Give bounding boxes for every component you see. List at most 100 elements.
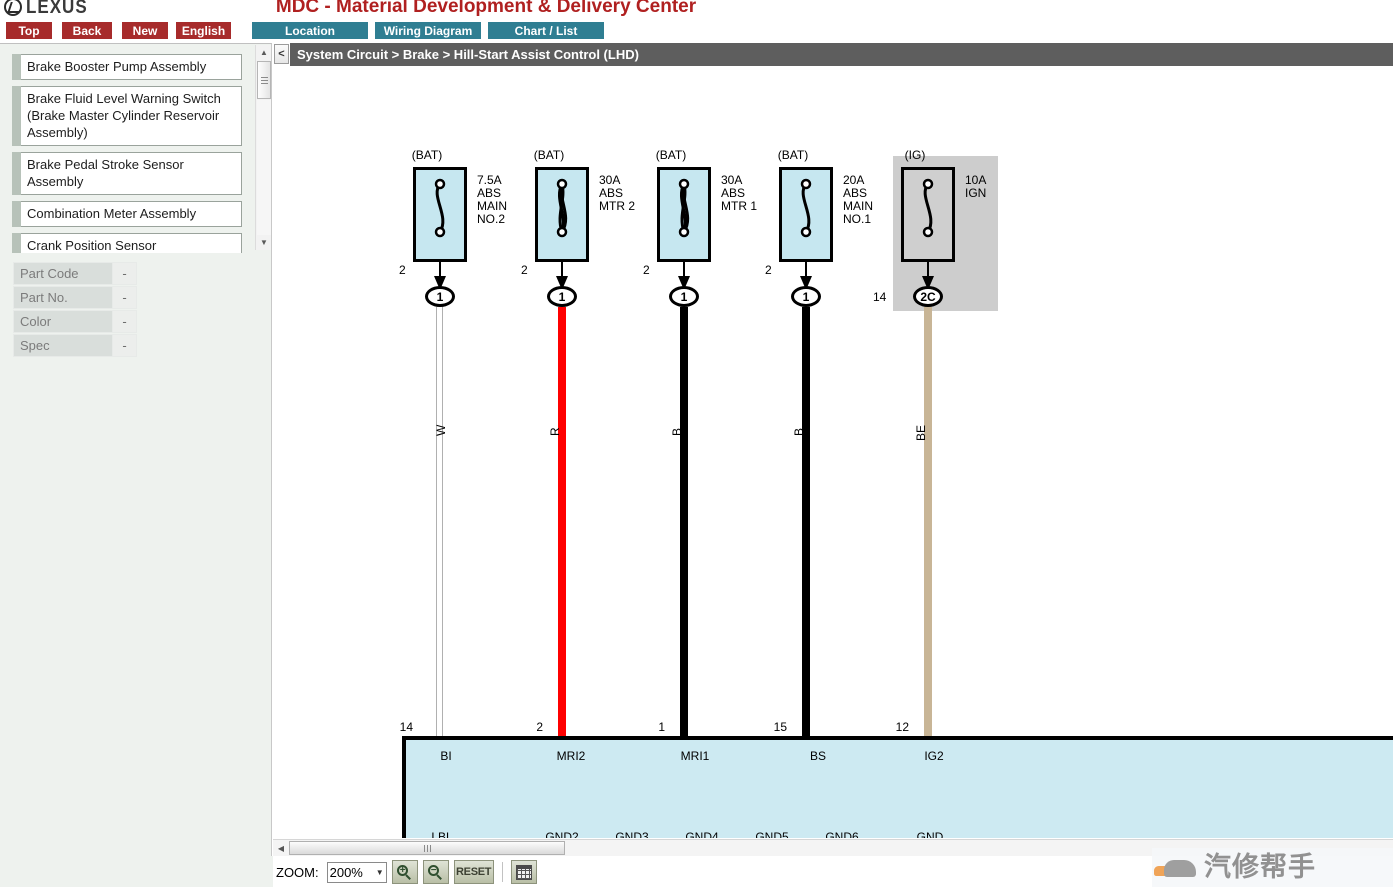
connector-terminal[interactable]: 1 — [425, 286, 455, 307]
fuse-element-icon — [922, 178, 934, 238]
collapse-sidebar-button[interactable]: < — [274, 44, 289, 64]
scrollbar-thumb[interactable] — [257, 61, 271, 99]
wire-beige — [924, 307, 932, 736]
parts-list-scrollbar[interactable]: ▲ ▼ — [255, 45, 271, 250]
zoom-level-value: 200% — [329, 864, 363, 880]
top-header: LEXUS MDC - Material Development & Deliv… — [0, 0, 1393, 20]
part-info-table: Part Code - Part No. - Color - Spec - — [13, 262, 153, 358]
ecu-pin-number: 14 — [399, 720, 413, 734]
table-row: Color - — [13, 310, 153, 333]
list-item-label: Brake Booster Pump Assembly — [21, 54, 242, 80]
spec-value: - — [113, 334, 137, 357]
scroll-down-arrow-icon[interactable]: ▼ — [256, 235, 272, 250]
fuse-rating-label: 20A ABS MAIN NO.1 — [843, 173, 873, 226]
ecu-ground-label: GND — [916, 830, 944, 838]
toolbar-divider — [501, 862, 503, 882]
ecu-terminal-label: BS — [809, 749, 826, 763]
fuse-symbol[interactable] — [413, 167, 467, 262]
ecu-ground-label: GND3 — [615, 830, 649, 838]
lexus-logo-icon: LEXUS — [4, 0, 124, 18]
fuse-source-label: (BAT) — [533, 148, 565, 162]
scroll-left-arrow-icon[interactable]: ◀ — [274, 841, 288, 855]
wire-color-label: BE — [914, 424, 928, 441]
fuse-rating-label: 30A ABS MTR 1 — [721, 173, 757, 213]
fuse-output-pin-number: 14 — [873, 290, 887, 304]
fuse-source-label: (BAT) — [655, 148, 687, 162]
back-button[interactable]: Back — [62, 22, 112, 39]
table-row: Part Code - — [13, 262, 153, 285]
parts-list[interactable]: Brake Booster Pump Assembly Brake Fluid … — [0, 44, 255, 253]
zoom-in-button[interactable]: + — [391, 860, 418, 884]
wire-color-label: W — [434, 424, 448, 436]
reset-zoom-button[interactable]: RESET — [453, 860, 494, 884]
magnifier-plus-icon: + — [397, 864, 412, 880]
fit-to-grid-icon — [515, 864, 532, 880]
wiring-diagram-canvas[interactable]: (BAT) 7.5A ABS MAIN NO.2 2 1 W (BAT) 30A… — [273, 66, 1393, 838]
ecu-terminal-label: IG2 — [924, 749, 944, 763]
wire-black — [680, 307, 688, 736]
part-code-label: Part Code — [13, 262, 113, 285]
color-label: Color — [13, 310, 113, 333]
lexus-mark-icon — [4, 0, 22, 16]
part-no-label: Part No. — [13, 286, 113, 309]
list-item-label: Combination Meter Assembly — [21, 201, 242, 227]
connector-terminal[interactable]: 1 — [791, 286, 821, 307]
fuse-symbol[interactable] — [535, 167, 589, 262]
item-accent-bar — [12, 201, 21, 227]
ecu-terminal-label: MRI2 — [556, 749, 586, 763]
list-item[interactable]: Combination Meter Assembly — [12, 201, 242, 227]
toolbar: Top Back New English Location Wiring Dia… — [0, 20, 1393, 42]
fuse-source-label: (IG) — [904, 148, 926, 162]
table-row: Spec - — [13, 334, 153, 357]
list-item-label: Brake Pedal Stroke Sensor Assembly — [21, 152, 242, 195]
zoom-out-button[interactable]: − — [422, 860, 449, 884]
watermark-text: 汽修帮手 — [1204, 852, 1316, 882]
list-item[interactable]: Crank Position Sensor — [12, 233, 242, 253]
ecu-pin-number: 1 — [658, 720, 665, 734]
fuse-rating-label: 7.5A ABS MAIN NO.2 — [477, 173, 507, 226]
list-item-label: Brake Fluid Level Warning Switch (Brake … — [21, 86, 242, 146]
wire-edge-left — [436, 307, 437, 736]
part-code-value: - — [113, 262, 137, 285]
fit-to-grid-button[interactable] — [510, 860, 537, 884]
ecu-block[interactable]: BI MRI2 MRI1 BS IG2 A61 Skid Control ECU… — [402, 736, 1393, 838]
chevron-down-icon: ▼ — [375, 867, 384, 877]
connector-terminal[interactable]: 1 — [547, 286, 577, 307]
fuse-symbol[interactable] — [657, 167, 711, 262]
connector-terminal[interactable]: 1 — [669, 286, 699, 307]
sidebar-bottom-fill — [0, 856, 273, 887]
wire-red — [558, 307, 566, 736]
list-item[interactable]: Brake Fluid Level Warning Switch (Brake … — [12, 86, 242, 146]
fuse-symbol[interactable] — [901, 167, 955, 262]
ecu-pin-number: 2 — [536, 720, 543, 734]
top-button[interactable]: Top — [6, 22, 52, 39]
car-icon — [1152, 856, 1200, 880]
ecu-ground-label: LBL — [431, 830, 453, 838]
scroll-up-arrow-icon[interactable]: ▲ — [256, 45, 272, 60]
connector-terminal[interactable]: 2C — [913, 286, 943, 307]
spec-label: Spec — [13, 334, 113, 357]
lexus-wordmark: LEXUS — [26, 0, 88, 18]
location-tab[interactable]: Location — [252, 22, 368, 39]
fuse-rating-label: 30A ABS MTR 2 — [599, 173, 635, 213]
list-item[interactable]: Brake Pedal Stroke Sensor Assembly — [12, 152, 242, 195]
wire-color-label: B — [792, 427, 806, 436]
ecu-pin-number: 12 — [895, 720, 909, 734]
new-button[interactable]: New — [122, 22, 168, 39]
fuse-symbol[interactable] — [779, 167, 833, 262]
fuse-element-icon — [556, 178, 568, 238]
wire-color-label: R — [548, 427, 562, 436]
list-item-label: Crank Position Sensor — [21, 233, 242, 253]
list-item[interactable]: Brake Booster Pump Assembly — [12, 54, 242, 80]
zoom-level-select[interactable]: 200% ▼ — [326, 861, 387, 883]
hscrollbar-thumb[interactable] — [289, 841, 565, 855]
fuse-rating-label: 10A IGN — [965, 173, 987, 200]
wire-color-label: B — [670, 427, 684, 436]
wiring-diagram-tab[interactable]: Wiring Diagram — [375, 22, 481, 39]
item-accent-bar — [12, 54, 21, 80]
part-no-value: - — [113, 286, 137, 309]
chart-list-tab[interactable]: Chart / List — [488, 22, 604, 39]
item-accent-bar — [12, 233, 21, 253]
english-button[interactable]: English — [176, 22, 231, 39]
scrollbar-track[interactable] — [257, 100, 271, 235]
